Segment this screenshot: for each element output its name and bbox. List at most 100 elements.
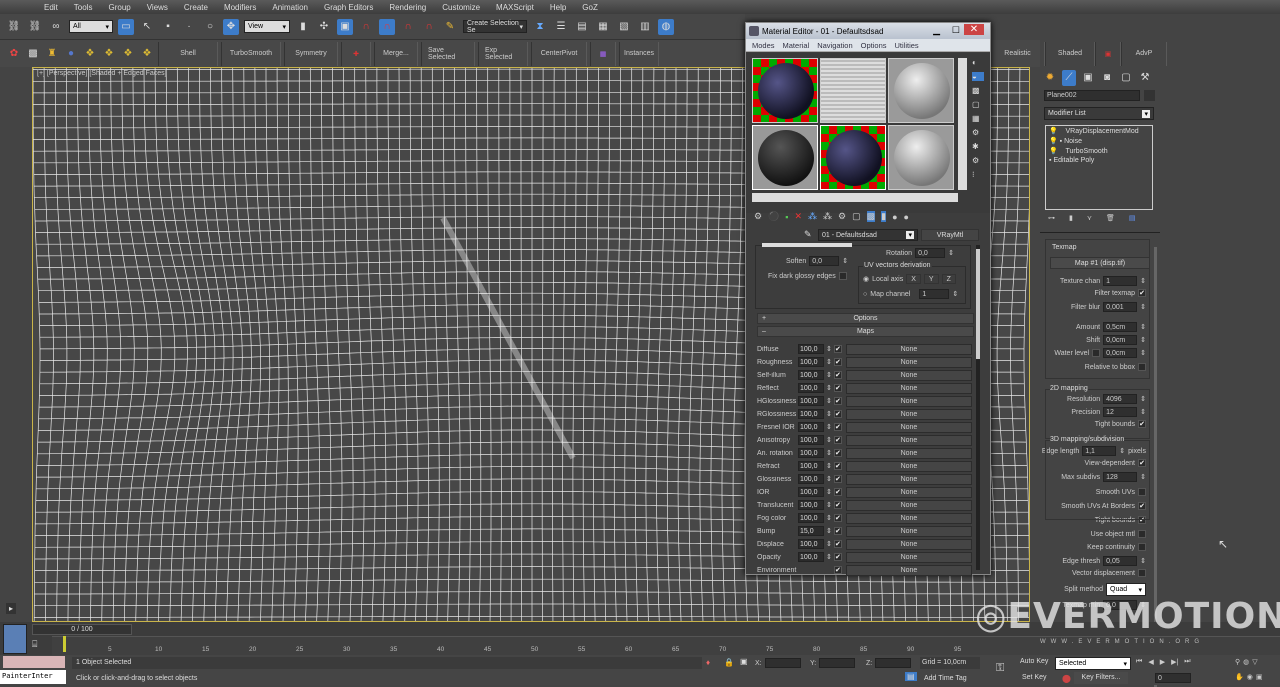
rotate-icon[interactable]: ○ xyxy=(202,19,218,35)
x-coord-field[interactable] xyxy=(764,658,801,668)
menu-tools[interactable]: Tools xyxy=(66,3,101,12)
map-amount-field[interactable]: 100,0 xyxy=(798,539,824,549)
map-amount-spinner[interactable]: ⇕ xyxy=(826,436,832,444)
cube-icon-3[interactable]: ❖ xyxy=(120,46,136,62)
me-menu-modes[interactable]: Modes xyxy=(752,41,775,50)
map-slot-button[interactable]: None xyxy=(845,343,972,355)
map-amount-field[interactable]: 100,0 xyxy=(798,474,824,484)
sample-slot-2[interactable] xyxy=(820,58,886,123)
plugin-icon[interactable]: ✿ xyxy=(6,46,22,62)
lamp-icon[interactable]: ♜ xyxy=(44,46,60,62)
auto-key-button[interactable]: Auto Key xyxy=(1020,658,1048,665)
time-slider-handle[interactable]: 0 / 100 xyxy=(32,624,132,635)
material-editor-icon[interactable]: ◍ xyxy=(658,18,674,35)
map-amount-field[interactable]: 100,0 xyxy=(798,422,824,432)
map-amount-spinner[interactable]: ⇕ xyxy=(826,514,832,522)
pin-stack-icon[interactable]: ⊶ xyxy=(1048,214,1055,222)
schematic-view-icon[interactable]: ▥ xyxy=(637,19,653,35)
object-name-field[interactable]: Plane002 xyxy=(1044,90,1140,101)
align-icon[interactable]: ☰ xyxy=(553,19,569,35)
me-menu-navigation[interactable]: Navigation xyxy=(817,41,852,50)
map-slot-button[interactable]: None xyxy=(845,460,972,472)
maximize-button[interactable]: ☐ xyxy=(952,25,960,36)
map-enable-checkbox[interactable]: ✔ xyxy=(833,384,842,392)
map-slot-button[interactable]: None xyxy=(845,447,972,459)
menu-group[interactable]: Group xyxy=(100,3,138,12)
advp-button[interactable]: AdvP xyxy=(1121,41,1167,66)
show-end-result-icon[interactable]: ▮ xyxy=(881,211,887,222)
go-to-start-icon[interactable]: ⏮ xyxy=(1136,658,1142,666)
map-enable-checkbox[interactable]: ✔ xyxy=(833,423,842,431)
scene-icon[interactable]: ▦ xyxy=(590,41,616,66)
material-navigator-icon[interactable]: ⁝ xyxy=(972,170,984,179)
create-tab-icon[interactable]: ✹ xyxy=(1043,70,1057,86)
sample-slot-5-active[interactable] xyxy=(820,125,886,190)
video-color-check-icon[interactable]: ▦ xyxy=(972,114,984,123)
map-channel-radio[interactable]: ○ xyxy=(863,291,867,298)
amount-field[interactable]: 0,5cm xyxy=(1103,322,1138,332)
map-slot-button[interactable]: None xyxy=(845,499,972,511)
map-amount-spinner[interactable]: ⇕ xyxy=(826,371,832,379)
axis-z-button[interactable]: Z xyxy=(941,274,956,284)
vector-disp-checkbox[interactable] xyxy=(1138,569,1146,577)
backlight-icon[interactable]: ◒ xyxy=(972,72,984,81)
local-axis-radio[interactable]: ◉ xyxy=(863,275,869,283)
map-amount-spinner[interactable]: ⇕ xyxy=(826,384,832,392)
map-amount-spinner[interactable]: ⇕ xyxy=(826,410,832,418)
soften-spinner[interactable]: ⇕ xyxy=(842,257,848,265)
link-icon[interactable]: ⛓ xyxy=(6,19,22,35)
spinner-snap-icon[interactable]: ∩ xyxy=(421,19,437,35)
map-amount-field[interactable]: 100,0 xyxy=(798,383,824,393)
ref-coord-dropdown[interactable]: View ▾ xyxy=(244,20,290,33)
relative-bbox-checkbox[interactable] xyxy=(1138,363,1146,371)
hierarchy-tab-icon[interactable]: ▣ xyxy=(1081,70,1095,86)
menu-animation[interactable]: Animation xyxy=(264,3,316,12)
z-coord-field[interactable] xyxy=(875,658,912,668)
maxscript-mini-listener[interactable] xyxy=(3,656,65,668)
water-level-checkbox[interactable] xyxy=(1092,349,1101,357)
map-slot-button[interactable]: None xyxy=(845,512,972,524)
show-end-result-icon[interactable]: ▮ xyxy=(1069,214,1073,222)
map-enable-checkbox[interactable]: ✔ xyxy=(833,488,842,496)
checker-icon[interactable]: ▩ xyxy=(25,46,41,62)
map-slot-button[interactable]: None xyxy=(845,473,972,485)
menu-customize[interactable]: Customize xyxy=(434,3,488,12)
texture-chan-spinner[interactable]: ⇕ xyxy=(1140,277,1146,285)
map-amount-field[interactable]: 100,0 xyxy=(798,396,824,406)
me-menu-material[interactable]: Material xyxy=(783,41,810,50)
map-slot-button[interactable]: None xyxy=(845,369,972,381)
axis-y-button[interactable]: Y xyxy=(923,274,939,284)
map-amount-spinner[interactable]: ⇕ xyxy=(826,475,832,483)
modify-tab-icon[interactable]: ⟋ xyxy=(1062,70,1076,86)
menu-modifiers[interactable]: Modifiers xyxy=(216,3,264,12)
instances-button[interactable]: Instances xyxy=(619,41,659,66)
export-selected-button[interactable]: Exp Selected xyxy=(478,41,528,66)
menu-create[interactable]: Create xyxy=(176,3,216,12)
key-mode-dropdown[interactable]: Selected ▾ xyxy=(1055,657,1131,670)
rect-selection-icon[interactable]: ▪ xyxy=(160,19,176,35)
menu-goz[interactable]: GoZ xyxy=(574,3,606,12)
stack-item-editable-poly[interactable]: ▪ Editable Poly xyxy=(1046,156,1152,165)
map-amount-spinner[interactable]: ⇕ xyxy=(826,449,832,457)
map-enable-checkbox[interactable]: ✔ xyxy=(833,371,842,379)
sample-slot-4[interactable] xyxy=(752,125,818,190)
minimize-button[interactable]: ▁ xyxy=(933,25,940,36)
texmap-button[interactable]: Map #1 (disp.tif) xyxy=(1050,257,1150,269)
center-pivot-button[interactable]: CenterPivot xyxy=(531,41,587,66)
go-to-parent-icon[interactable]: ● xyxy=(892,212,897,222)
map-amount-field[interactable]: 100,0 xyxy=(798,448,824,458)
options-icon[interactable]: ✱ xyxy=(972,142,984,151)
symmetry-button[interactable]: Symmetry xyxy=(284,41,338,66)
map-enable-checkbox[interactable]: ✔ xyxy=(833,501,842,509)
material-type-button[interactable]: VRayMtl xyxy=(921,229,979,241)
map-enable-checkbox[interactable]: ✔ xyxy=(833,358,842,366)
me-menu-utilities[interactable]: Utilities xyxy=(895,41,919,50)
map-amount-spinner[interactable]: ⇕ xyxy=(826,462,832,470)
map-slot-button[interactable]: None xyxy=(845,525,972,537)
map-enable-checkbox[interactable]: ✔ xyxy=(833,514,842,522)
sample-type-icon[interactable]: ◐ xyxy=(972,58,984,67)
cube-icon-2[interactable]: ❖ xyxy=(101,46,117,62)
assign-material-icon[interactable]: ▪ xyxy=(785,212,788,222)
map-slot-button[interactable]: None xyxy=(845,408,972,420)
red-tool-button[interactable]: ✚ xyxy=(341,41,371,66)
